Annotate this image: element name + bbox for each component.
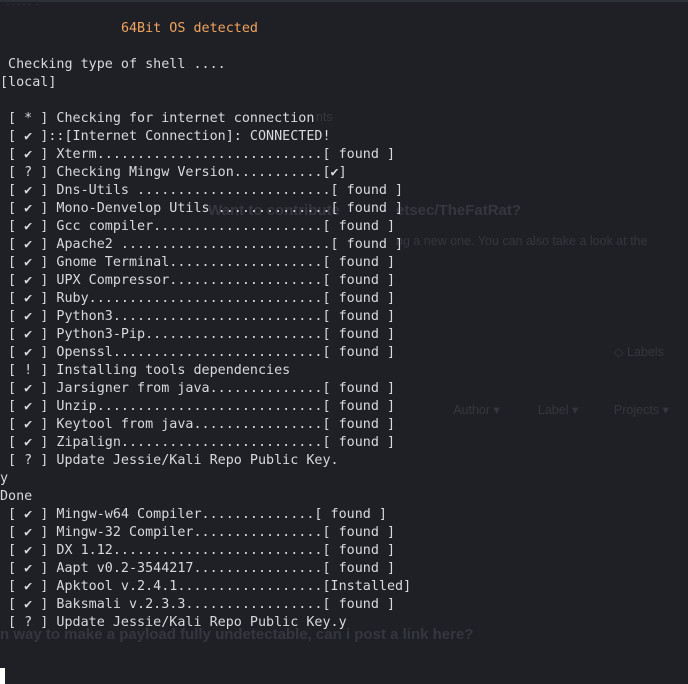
- terminal-cursor: [0, 668, 5, 684]
- terminal-line: y: [0, 470, 688, 488]
- line-text: [ ✔ ] Ruby.............................[…: [0, 291, 396, 306]
- terminal-line: Checking type of shell ....: [0, 56, 688, 74]
- line-text: [ ✔ ] Mingw-32 Compiler................[…: [0, 525, 396, 540]
- line-text: [ ? ] Update Jessie/Kali Repo Public Key…: [0, 615, 347, 630]
- terminal-line: [local]: [0, 74, 688, 92]
- line-text: [ ✔ ] Unzip............................[…: [0, 399, 396, 414]
- terminal-line: [ ✔ ] DX 1.12..........................[…: [0, 542, 688, 560]
- terminal-line: 64Bit OS detected: [0, 20, 688, 38]
- terminal-line: [ ✔ ] Mingw-32 Compiler................[…: [0, 524, 688, 542]
- line-text: [ ✔ ] Openssl..........................[…: [0, 345, 396, 360]
- terminal-line: [ ✔ ] Openssl..........................[…: [0, 344, 688, 362]
- terminal-line: [ ✔ ] Gnome Terminal...................[…: [0, 254, 688, 272]
- line-text: [ ✔ ] Jarsigner from java..............[…: [0, 381, 396, 396]
- terminal-line: [ ✔ ] Baksmali v.2.3.3.................[…: [0, 596, 688, 614]
- terminal-line: [ ✔ ] Unzip............................[…: [0, 398, 688, 416]
- line-text: [ ! ] Installing tools dependencies: [0, 363, 291, 378]
- line-text: [ ✔ ]::[Internet Connection]: CONNECTED!: [0, 129, 331, 144]
- terminal-line: [ ✔ ]::[Internet Connection]: CONNECTED!: [0, 128, 688, 146]
- terminal-line: [ ✔ ] Gcc compiler.....................[…: [0, 218, 688, 236]
- line-text: [ * ] Checking for internet connection: [0, 111, 315, 126]
- terminal-line: [ ✔ ] Dns-Utils ........................…: [0, 182, 688, 200]
- line-text: [ ✔ ] UPX Compressor...................[…: [0, 273, 396, 288]
- line-text: [ ✔ ] Gnome Terminal...................[…: [0, 255, 396, 270]
- line-text: [ ✔ ] Zipalign.........................[…: [0, 435, 396, 450]
- line-text: [ ✔ ] Aapt v0.2-3544217................[…: [0, 561, 396, 576]
- line-text: [ ✔ ] Mingw-w64 Compiler..............[ …: [0, 507, 387, 522]
- terminal-output: 64Bit OS detected Checking type of shell…: [0, 20, 688, 632]
- line-text: [ ✔ ] Mono-Denvelop Utils ..............…: [0, 201, 404, 216]
- line-text: Checking type of shell ....: [0, 57, 226, 72]
- line-text: [ ✔ ] Apktool v.2.4.1..................[…: [0, 579, 412, 594]
- terminal-line: [ ! ] Installing tools dependencies: [0, 362, 688, 380]
- line-text: Done: [0, 489, 33, 504]
- terminal-line: [ ✔ ] Mingw-w64 Compiler..............[ …: [0, 506, 688, 524]
- terminal-line: [ ✔ ] Apktool v.2.4.1..................[…: [0, 578, 688, 596]
- terminal-line: [ ✔ ] Jarsigner from java..............[…: [0, 380, 688, 398]
- terminal-line: [ ? ] Checking Mingw Version...........[…: [0, 164, 688, 182]
- terminal-line: Done: [0, 488, 688, 506]
- line-text: [ ✔ ] Python3-Pip......................[…: [0, 327, 396, 342]
- terminal-line: [ ✔ ] Xterm............................[…: [0, 146, 688, 164]
- terminal-line: [ ? ] Update Jessie/Kali Repo Public Key…: [0, 614, 688, 632]
- line-text: [local]: [0, 75, 57, 90]
- line-text: [ ✔ ] Python3..........................[…: [0, 309, 396, 324]
- line-text: [ ✔ ] Keytool from java................[…: [0, 417, 396, 432]
- terminal-line: [ ✔ ] Aapt v0.2-3544217................[…: [0, 560, 688, 578]
- line-text: [ ? ] Checking Mingw Version...........[…: [0, 165, 347, 180]
- terminal-line: [ ✔ ] Apache2 ..........................…: [0, 236, 688, 254]
- terminal-line: [ ✔ ] Keytool from java................[…: [0, 416, 688, 434]
- line-text: [ ✔ ] Apache2 ..........................…: [0, 237, 404, 252]
- terminal-line: [ ✔ ] Python3..........................[…: [0, 308, 688, 326]
- line-text: [ ✔ ] Xterm............................[…: [0, 147, 396, 162]
- terminal-line: [ ? ] Update Jessie/Kali Repo Public Key…: [0, 452, 688, 470]
- line-text: [ ? ] Update Jessie/Kali Repo Public Key…: [0, 453, 339, 468]
- window-top-edge: [0, 0, 688, 2]
- terminal-line: [ * ] Checking for internet connection: [0, 110, 688, 128]
- line-text: [ ✔ ] Gcc compiler.....................[…: [0, 219, 396, 234]
- line-text: y: [0, 471, 9, 486]
- terminal-line: [ ✔ ] UPX Compressor...................[…: [0, 272, 688, 290]
- line-text: [ ✔ ] Dns-Utils ........................…: [0, 183, 404, 198]
- terminal-line: [ ✔ ] Zipalign.........................[…: [0, 434, 688, 452]
- terminal-window[interactable]: - - - - - - nts Want to contribute etsec…: [0, 0, 688, 684]
- line-text: 64Bit OS detected: [120, 21, 258, 36]
- terminal-line: [ ✔ ] Python3-Pip......................[…: [0, 326, 688, 344]
- line-text: [ ✔ ] DX 1.12..........................[…: [0, 543, 396, 558]
- terminal-line: [ ✔ ] Mono-Denvelop Utils ..............…: [0, 200, 688, 218]
- terminal-line: [ ✔ ] Ruby.............................[…: [0, 290, 688, 308]
- line-text: [ ✔ ] Baksmali v.2.3.3.................[…: [0, 597, 396, 612]
